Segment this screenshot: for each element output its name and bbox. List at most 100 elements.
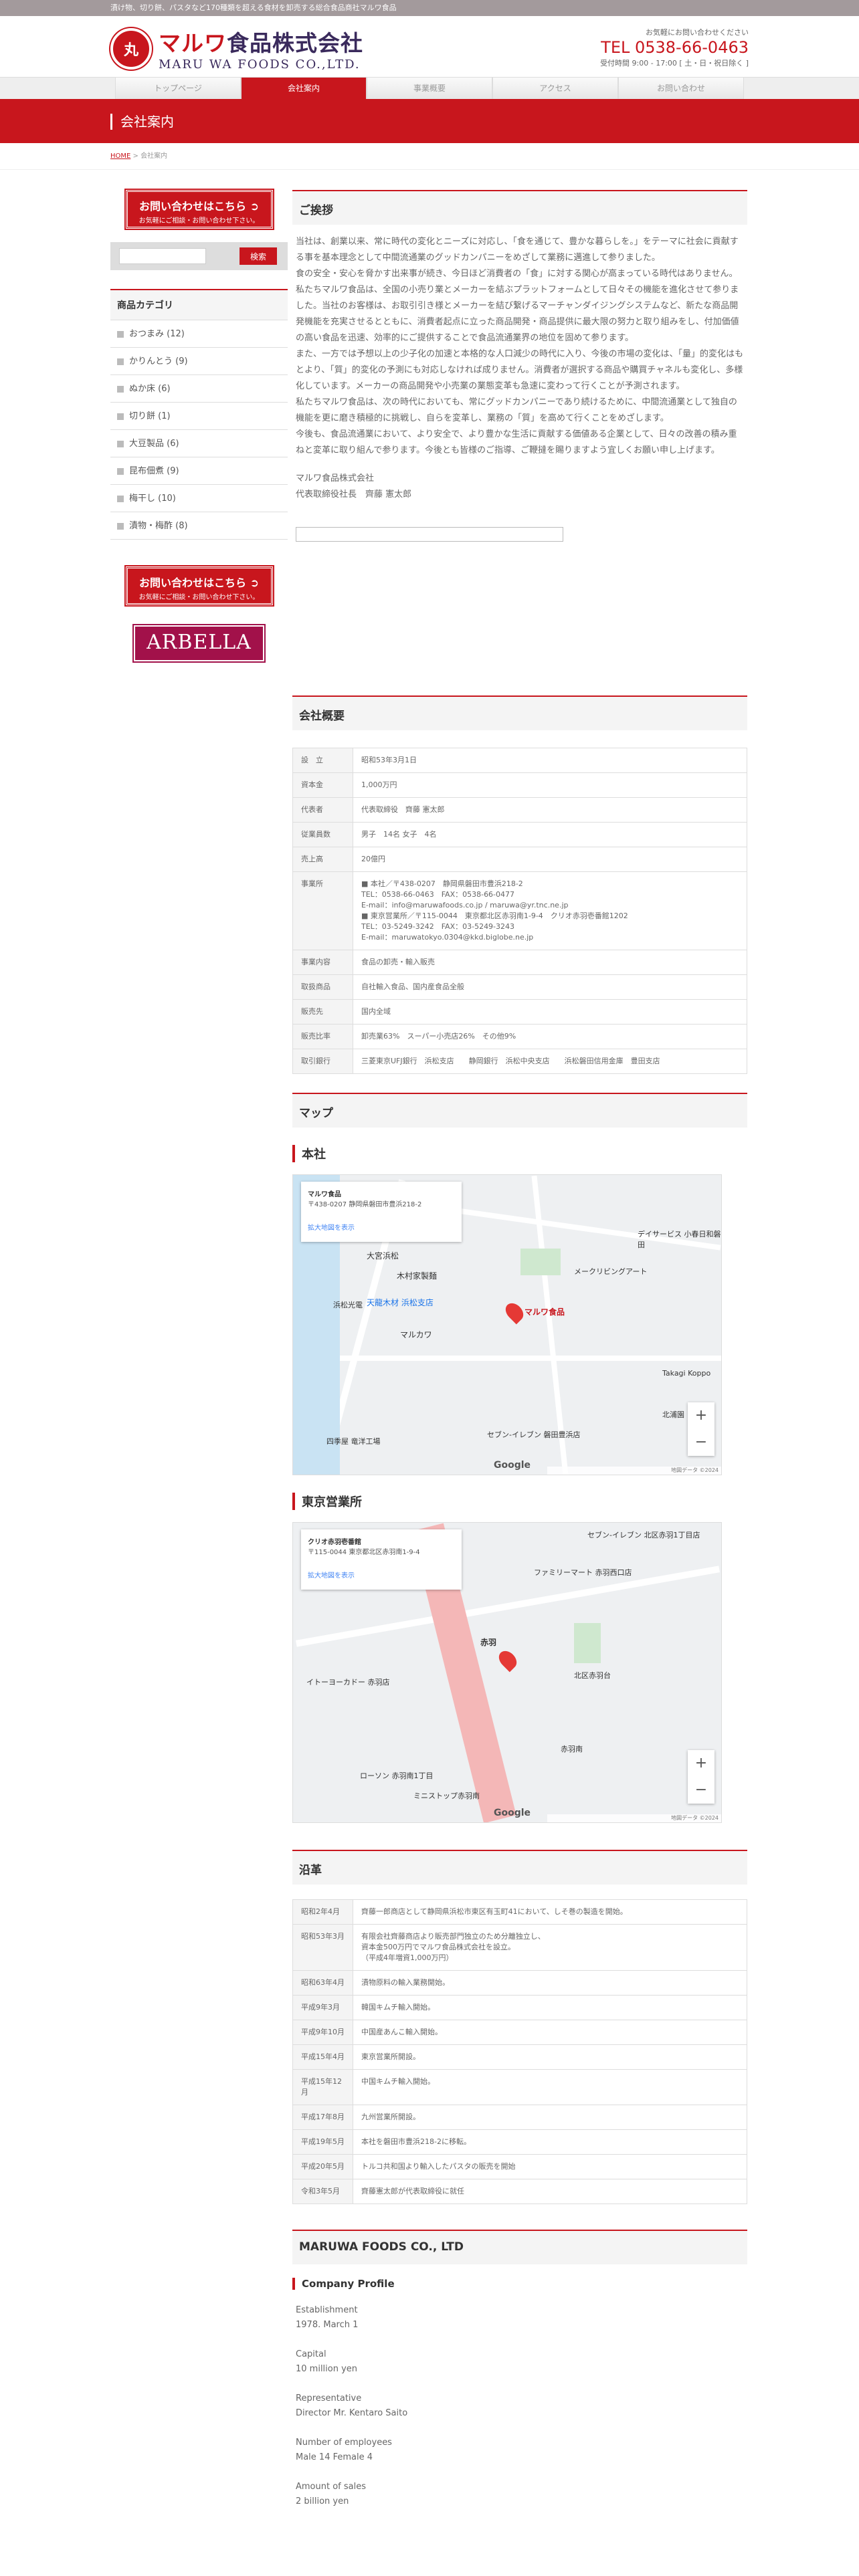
row-value: ■ 本社／〒438-0207 静岡県磐田市豊浜218-2 TEL：0538-66-… [353, 871, 747, 950]
table-row: 事業内容 食品の卸売・輸入販売 [292, 950, 747, 975]
nav-item[interactable]: 会社案内 [241, 78, 367, 99]
row-value-line: 1,000万円 [361, 780, 397, 789]
greeting-sign: マルワ食品株式会社 代表取締役社長 齊藤 憲太郎 [292, 468, 747, 512]
tokyo-heading: 東京営業所 [292, 1493, 747, 1510]
logo-mark-icon: 丸 [110, 27, 152, 70]
category-item[interactable]: 切り餅 (1) [110, 403, 288, 430]
category-item[interactable]: かりんとう (9) [110, 348, 288, 375]
zoom-out-icon[interactable]: − [688, 1429, 714, 1456]
arbella-banner[interactable]: ARBELLA [132, 624, 266, 663]
row-value: 九州営業所開設。 [353, 2105, 747, 2130]
greeting-paragraph: 私たちマルワ食品は、次の時代においても、常にグッドカンパニーであり続けるために、… [296, 397, 737, 423]
contact-cta-button-2[interactable]: お問い合わせはこちら ➲ お気軽にご相談・お問い合わせ下さい。 [124, 565, 274, 607]
category-item[interactable]: 漬物・梅酢 (8) [110, 512, 288, 540]
zoom-out-icon[interactable]: − [688, 1777, 714, 1804]
map-info-card: マルワ食品 〒438-0207 静岡県磐田市豊浜218-2 拡大地図を表示 [301, 1182, 462, 1242]
row-value: 中国産あんこ輸入開始。 [353, 2020, 747, 2045]
category-item[interactable]: 梅干し (10) [110, 485, 288, 512]
row-label: 平成20年5月 [292, 2154, 353, 2179]
row-value: 齊藤一郎商店として静岡県浜松市東区有玉町41において、しそ巻の製造を開始。 [353, 1899, 747, 1925]
cta-subtitle-2: お気軽にご相談・お問い合わせ下さい。 [138, 594, 260, 601]
category-item[interactable]: 大豆製品 (6) [110, 430, 288, 457]
breadcrumb-home[interactable]: HOME [110, 152, 130, 160]
row-label: 代表者 [292, 797, 353, 823]
header-tel[interactable]: TEL 0538-66-0463 [600, 37, 749, 58]
main-content: ご挨拶 当社は、創業以来、常に時代の変化とニーズに対応し、「食を通じて、豊かな暮… [292, 190, 747, 2524]
row-label: 販売比率 [292, 1024, 353, 1049]
search-box: 検索 [110, 242, 288, 270]
logo-brand: マルワ [159, 30, 227, 56]
profile-item: Establishment 1978. March 1 [292, 2303, 747, 2333]
broken-image [296, 527, 563, 542]
site-logo[interactable]: 丸 マルワ食品株式会社 MARU WA FOODS CO.,LTD. [110, 25, 363, 72]
row-value-line: トルコ共和国より輸入したパスタの販売を開始 [361, 2162, 516, 2171]
row-label: 従業員数 [292, 822, 353, 847]
map-heading: マップ [292, 1093, 747, 1128]
table-row: 平成9年3月 韓国キムチ輸入開始。 [292, 1995, 747, 2020]
greeting-company: マルワ食品株式会社 [296, 473, 375, 484]
row-label: 売上高 [292, 847, 353, 872]
contact-line: お気軽にお問い合わせください [646, 28, 749, 37]
greeting-signature: 代表取締役社長 齊藤 憲太郎 [296, 490, 412, 500]
table-row: 販売先 国内全域 [292, 999, 747, 1025]
header-contact: お気軽にお問い合わせください TEL 0538-66-0463 受付時間 9:0… [600, 27, 749, 68]
row-value-line: 中国キムチ輸入開始。 [361, 2077, 435, 2086]
tokyo-map[interactable]: クリオ赤羽壱番館 〒115-0044 東京都北区赤羽南1-9-4 拡大地図を表示… [292, 1522, 722, 1823]
logo-en: MARU WA FOODS CO.,LTD. [159, 58, 361, 72]
table-row: 平成9年10月 中国産あんこ輸入開始。 [292, 2020, 747, 2045]
category-item[interactable]: おつまみ (12) [110, 320, 288, 348]
greeting-paragraph: 食の安全・安心を脅かす出来事が続き、今日ほど消費者の「食」に対する関心が高まって… [296, 269, 739, 343]
map-label: メークリビングアート [574, 1267, 648, 1276]
map-label: Takagi Koppo [662, 1369, 711, 1378]
table-row: 販売比率 卸売業63% スーパー小売店26% その他9% [292, 1024, 747, 1049]
category-item[interactable]: ぬか床 (6) [110, 375, 288, 403]
map-card-link[interactable]: 拡大地図を表示 [308, 1222, 455, 1232]
row-value: トルコ共和国より輸入したパスタの販売を開始 [353, 2154, 747, 2179]
history-table: 昭和2年4月 齊藤一郎商店として静岡県浜松市東区有玉町41において、しそ巻の製造を… [292, 1899, 747, 2204]
zoom-in-icon[interactable]: + [688, 1750, 714, 1777]
nav-item[interactable]: お問い合わせ [618, 78, 744, 99]
nav-item[interactable]: トップページ [115, 78, 241, 99]
category-item[interactable]: 昆布佃煮 (9) [110, 457, 288, 485]
row-value: 有限会社齊藤商店より販売部門独立のため分離独立し、 資本金500万円でマルワ食品株… [353, 1924, 747, 1971]
profile-item: Representative Director Mr. Kentaro Saito [292, 2391, 747, 2421]
location-pin-icon[interactable] [495, 1647, 520, 1673]
site-header: 丸 マルワ食品株式会社 MARU WA FOODS CO.,LTD. お気軽にお… [0, 16, 859, 78]
map-zoom-controls: + − [688, 1402, 714, 1456]
map-label: 大宮浜松 [367, 1251, 399, 1261]
english-profile: Establishment 1978. March 1 Capital 10 mill… [292, 2303, 747, 2509]
logo-jp: マルワ食品株式会社 [159, 25, 363, 58]
row-value-line: TEL：03-5249-3242 FAX：03-5249-3243 [361, 922, 515, 931]
map-card-name: マルワ食品 [308, 1191, 341, 1198]
row-label: 平成9年3月 [292, 1995, 353, 2020]
hq-map[interactable]: マルワ食品 〒438-0207 静岡県磐田市豊浜218-2 拡大地図を表示 マル… [292, 1174, 722, 1475]
page-title: 会社案内 [110, 114, 174, 130]
profile-value: Male 14 Female 4 [296, 2452, 373, 2462]
row-value-line: 三菱東京UFJ銀行 浜松支店 静岡銀行 浜松中央支店 浜松磐田信用金庫 豊田支店 [361, 1057, 660, 1065]
row-value-line: 国内全域 [361, 1007, 391, 1016]
zoom-in-icon[interactable]: + [688, 1402, 714, 1429]
breadcrumb-sep: > [130, 152, 141, 160]
nav-item[interactable]: 事業概要 [367, 78, 492, 99]
map-label: 四季屋 竜洋工場 [326, 1437, 381, 1446]
table-row: 令和3年5月 齊藤憲太郎が代表取締役に就任 [292, 2179, 747, 2204]
map-label: セブン-イレブン 磐田豊浜店 [487, 1430, 581, 1439]
map-park [520, 1249, 561, 1275]
breadcrumb: HOME > 会社案内 [0, 143, 859, 170]
contact-cta-button[interactable]: お問い合わせはこちら ➲ お気軽にご相談・お問い合わせ下さい。 [124, 189, 274, 230]
profile-item: Number of employees Male 14 Female 4 [292, 2436, 747, 2465]
map-label: ローソン 赤羽南1丁目 [360, 1772, 434, 1780]
hq-heading: 本社 [292, 1145, 747, 1162]
row-label: 事業所 [292, 871, 353, 950]
row-value: 食品の卸売・輸入販売 [353, 950, 747, 975]
row-label: 令和3年5月 [292, 2179, 353, 2204]
row-value-line: 有限会社齊藤商店より販売部門独立のため分離独立し、 [361, 1932, 545, 1941]
row-value-line: 男子 14名 女子 4名 [361, 830, 437, 839]
profile-label: Representative [296, 2393, 362, 2403]
location-pin-icon[interactable] [502, 1299, 527, 1325]
nav-item[interactable]: アクセス [492, 78, 618, 99]
search-button[interactable]: 検索 [240, 247, 277, 265]
map-card-address: 〒438-0207 静岡県磐田市豊浜218-2 [308, 1201, 422, 1208]
search-input[interactable] [119, 248, 206, 264]
map-card-link[interactable]: 拡大地図を表示 [308, 1570, 455, 1580]
